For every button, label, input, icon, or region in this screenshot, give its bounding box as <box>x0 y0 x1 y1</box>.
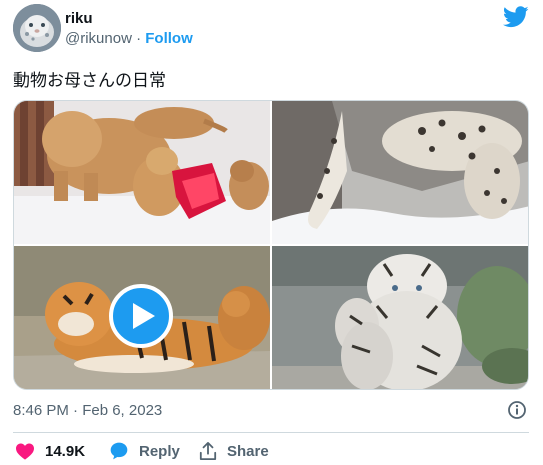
tweet-timestamp[interactable]: 8:46 PM · Feb 6, 2023 <box>13 402 162 419</box>
photo-snow-leopard[interactable] <box>272 101 528 244</box>
follow-button[interactable]: Follow <box>145 30 193 47</box>
share-button[interactable]: Share <box>199 440 269 462</box>
media-grid <box>13 100 529 390</box>
heart-icon <box>16 443 34 460</box>
divider <box>13 432 529 433</box>
reply-bubble-icon <box>110 442 128 460</box>
play-icon <box>133 303 155 329</box>
author-handle[interactable]: @rikunow <box>65 30 132 47</box>
share-label: Share <box>227 442 269 460</box>
photo-lions-in-snow[interactable] <box>14 101 270 244</box>
video-tigers[interactable] <box>14 246 270 389</box>
avatar[interactable] <box>13 4 61 52</box>
reply-label: Reply <box>139 442 180 460</box>
reply-button[interactable]: Reply <box>109 440 180 462</box>
author-handle-row: @rikunow · Follow <box>65 30 193 47</box>
share-icon <box>199 442 217 460</box>
play-button[interactable] <box>109 284 173 348</box>
like-count: 14.9K <box>45 442 86 460</box>
info-icon[interactable] <box>507 400 527 420</box>
like-button[interactable]: 14.9K <box>15 440 85 462</box>
photo-white-tiger-carrying-cub[interactable] <box>272 246 528 389</box>
handle-separator: · <box>136 30 142 47</box>
author-display-name[interactable]: riku <box>65 10 93 27</box>
tweet-text: 動物お母さんの日常 <box>13 71 166 91</box>
twitter-bird-icon[interactable] <box>502 6 529 28</box>
action-bar: 14.9K Reply Share <box>13 440 529 462</box>
embedded-tweet: riku @rikunow · Follow 動物お母さんの日常 8:46 PM… <box>0 0 543 465</box>
